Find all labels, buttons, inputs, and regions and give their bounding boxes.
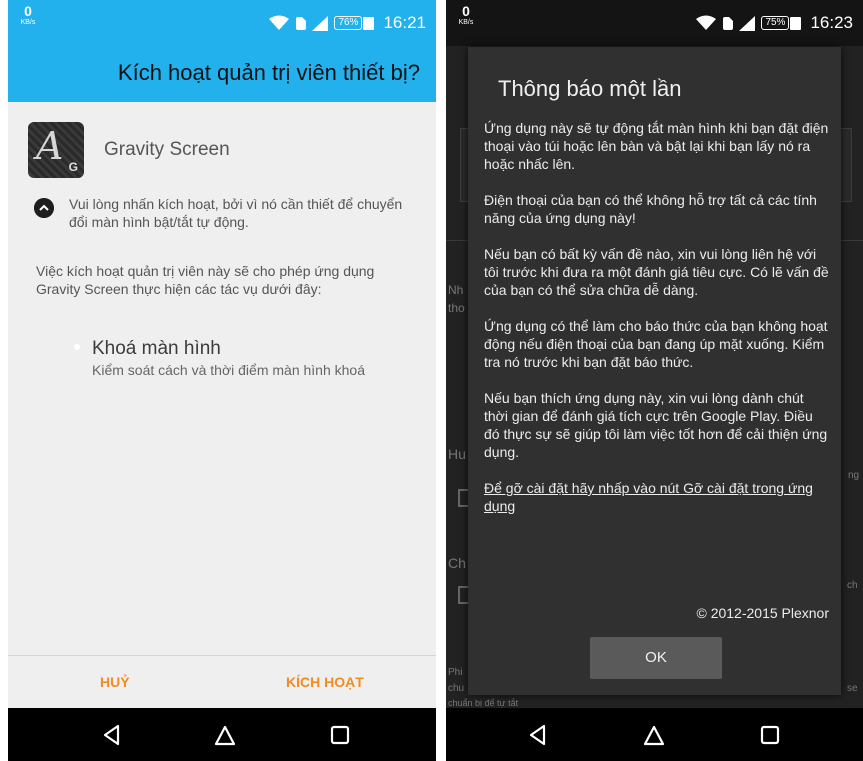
wifi-icon <box>696 15 717 30</box>
clock: 16:21 <box>383 13 426 32</box>
admin-description: Việc kích hoạt quản trị viên này sẽ cho … <box>36 263 375 297</box>
nav-bar <box>8 708 436 761</box>
net-speed: 0 KB/s <box>16 4 40 26</box>
background-text: tho <box>448 301 465 315</box>
dialog-title: Thông báo một lần <box>498 76 682 101</box>
clock: 16:23 <box>810 13 853 32</box>
status-bar: 0 KB/s 76% 16:21 <box>8 0 436 46</box>
home-icon[interactable] <box>642 723 666 747</box>
wifi-icon <box>269 15 290 30</box>
app-icon-subletter: G <box>68 160 78 174</box>
background-text: chu <box>448 683 465 694</box>
net-speed-value: 0 <box>462 3 470 19</box>
dialog-paragraph: Điện thoại của bạn có thể không hỗ trợ t… <box>484 192 817 226</box>
recents-icon[interactable] <box>758 723 782 747</box>
status-bar: 0 KB/s 75% 16:23 <box>446 0 863 46</box>
net-speed-unit: KB/s <box>458 19 474 26</box>
battery-percent: 75% <box>761 16 790 30</box>
copyright: © 2012-2015 Plexnor <box>696 605 829 621</box>
app-icon-letter: A <box>36 124 64 168</box>
background-text: se <box>847 683 858 694</box>
background-text: Hu <box>448 446 466 462</box>
dialog-paragraph: Ứng dụng có thể làm cho báo thức của bạn… <box>484 318 828 370</box>
bullet-icon <box>74 344 80 350</box>
ok-button[interactable]: OK <box>590 637 722 679</box>
one-time-notice-screen: 0 KB/s 75% 16:23 Nh tho Hu Ch Phi chu ch… <box>446 0 863 761</box>
back-icon[interactable] <box>100 723 124 747</box>
dialog-body: Ứng dụng này sẽ tự động tắt màn hình khi… <box>484 119 829 515</box>
recents-icon[interactable] <box>328 723 352 747</box>
activate-button[interactable]: KÍCH HOẠT <box>286 674 364 690</box>
sim-icon <box>296 16 307 30</box>
signal-icon <box>739 15 756 31</box>
battery-icon: 75% <box>761 16 802 30</box>
page-title: Kích hoạt quản trị viên thiết bị? <box>117 60 420 85</box>
background-text: Phi <box>448 667 463 678</box>
activation-notice[interactable]: Vui lòng nhấn kích hoạt, bởi vì nó cần t… <box>34 195 404 231</box>
chevron-down-icon[interactable] <box>34 198 54 218</box>
permission-desc: Kiểm soát cách và thời điểm màn hình kho… <box>92 362 365 378</box>
net-speed-unit: KB/s <box>20 19 36 26</box>
cancel-button[interactable]: HUỶ <box>100 674 130 690</box>
nav-bar <box>446 708 863 761</box>
app-name: Gravity Screen <box>104 139 230 160</box>
dialog-paragraph: Nếu bạn có bất kỳ vấn đề nào, xin vui lò… <box>484 246 829 298</box>
background-text: chuẩn bị để tự tắt <box>448 698 519 708</box>
battery-percent: 76% <box>334 16 363 30</box>
background-text: ch <box>847 580 858 591</box>
notice-text: Vui lòng nhấn kích hoạt, bởi vì nó cần t… <box>69 196 403 230</box>
home-icon[interactable] <box>213 723 237 747</box>
sim-icon <box>723 16 734 30</box>
permission-title: Khoá màn hình <box>92 338 221 359</box>
background-text: ng <box>848 470 860 481</box>
app-info: A G Gravity Screen <box>28 122 230 178</box>
permission-item: Khoá màn hình Kiểm soát cách và thời điể… <box>74 338 382 379</box>
dialog-paragraph: Nếu bạn thích ứng dụng này, xin vui lòng… <box>484 390 828 460</box>
battery-icon: 76% <box>334 16 375 30</box>
dialog-paragraph: Ứng dụng này sẽ tự động tắt màn hình khi… <box>484 120 829 172</box>
net-speed-value: 0 <box>24 3 32 19</box>
signal-icon <box>312 15 329 31</box>
gravity-screen-app-icon: A G <box>28 122 84 178</box>
one-time-dialog: Thông báo một lần Ứng dụng này sẽ tự độn… <box>468 47 841 695</box>
uninstall-link[interactable]: Để gỡ cài đặt hãy nhấp vào nút Gỡ cài đặ… <box>484 479 829 515</box>
button-divider <box>8 655 436 656</box>
net-speed: 0 KB/s <box>454 4 478 26</box>
back-icon[interactable] <box>526 723 550 747</box>
device-admin-screen: 0 KB/s 76% 16:21 Kích hoạt quản trị viên… <box>8 0 436 761</box>
app-bar: Kích hoạt quản trị viên thiết bị? <box>8 46 436 102</box>
background-text: Ch <box>448 555 466 571</box>
background-text: Nh <box>448 283 464 297</box>
